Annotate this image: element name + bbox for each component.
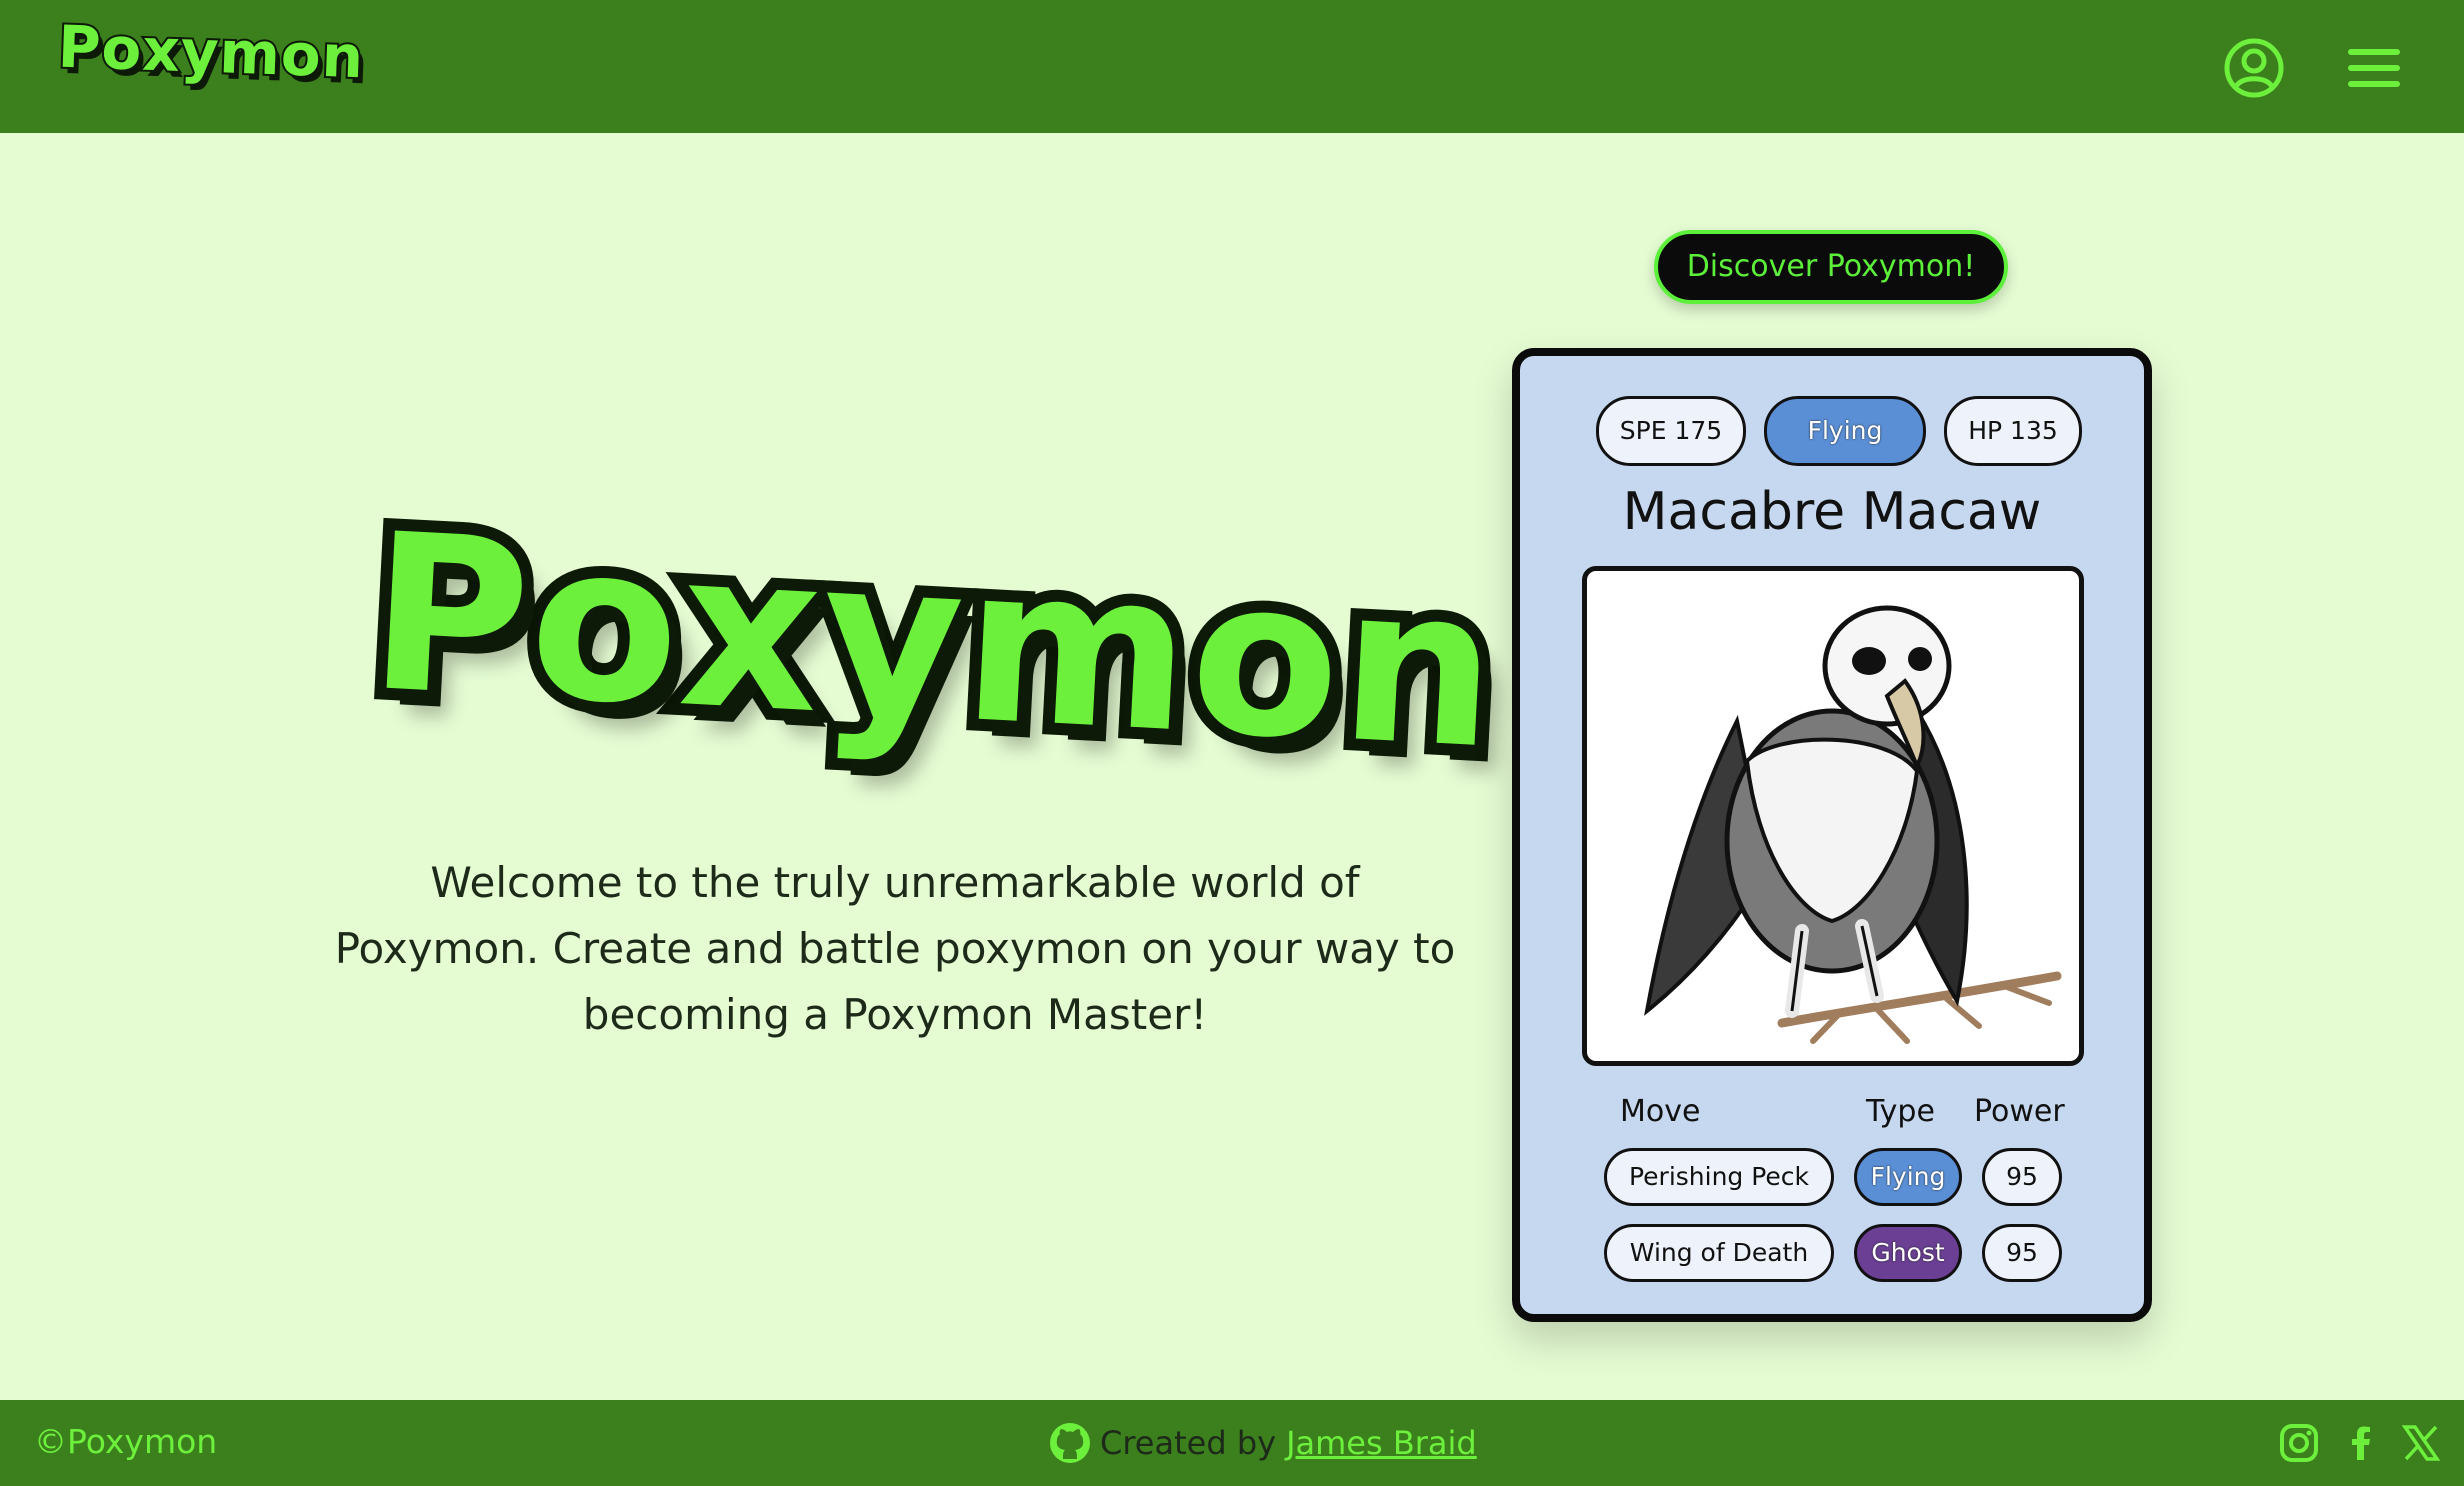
user-circle-icon[interactable] xyxy=(2222,36,2286,100)
discover-button[interactable]: Discover Poxymon! xyxy=(1654,230,2008,304)
github-icon[interactable] xyxy=(1048,1421,1092,1465)
power-column-header: Power xyxy=(1974,1094,2065,1129)
footer: ©Poxymon Created by James Braid xyxy=(0,1400,2464,1486)
instagram-icon[interactable] xyxy=(2278,1422,2320,1464)
poxymon-name: Macabre Macaw xyxy=(1622,482,2042,542)
author-link[interactable]: James Braid xyxy=(1286,1424,1477,1462)
welcome-text: Welcome to the truly unremarkable world … xyxy=(334,858,1456,1039)
move-name: Perishing Peck xyxy=(1604,1148,1834,1206)
credit-line: Created by James Braid xyxy=(1048,1418,1477,1468)
poxymon-image-frame xyxy=(1582,566,2084,1066)
brand-logo[interactable]: Poxymon xyxy=(55,11,367,94)
type-badge: Flying xyxy=(1764,396,1926,466)
copyright-text: ©Poxymon xyxy=(34,1422,218,1461)
move-column-header: Move xyxy=(1620,1094,1701,1129)
created-by-label: Created by xyxy=(1100,1424,1277,1462)
move-power: 95 xyxy=(1982,1224,2062,1282)
move-type-badge: Ghost xyxy=(1854,1224,1962,1282)
facebook-icon[interactable] xyxy=(2340,1422,2382,1464)
skull-bird-illustration xyxy=(1644,605,2062,1044)
move-type-badge: Flying xyxy=(1854,1148,1962,1206)
move-power: 95 xyxy=(1982,1148,2062,1206)
hero-logo: Poxymon xyxy=(352,475,1516,809)
type-column-header: Type xyxy=(1866,1094,1935,1129)
hp-stat-pill: HP 135 xyxy=(1944,396,2082,466)
speed-stat-pill: SPE 175 xyxy=(1596,396,1746,466)
hamburger-menu-icon[interactable] xyxy=(2342,36,2406,100)
move-name: Wing of Death xyxy=(1604,1224,1834,1282)
x-icon[interactable] xyxy=(2400,1422,2442,1464)
top-nav-bar: Poxymon xyxy=(0,0,2464,133)
poxymon-card[interactable]: SPE 175 Flying HP 135 Macabre Macaw Move… xyxy=(1512,348,2152,1322)
